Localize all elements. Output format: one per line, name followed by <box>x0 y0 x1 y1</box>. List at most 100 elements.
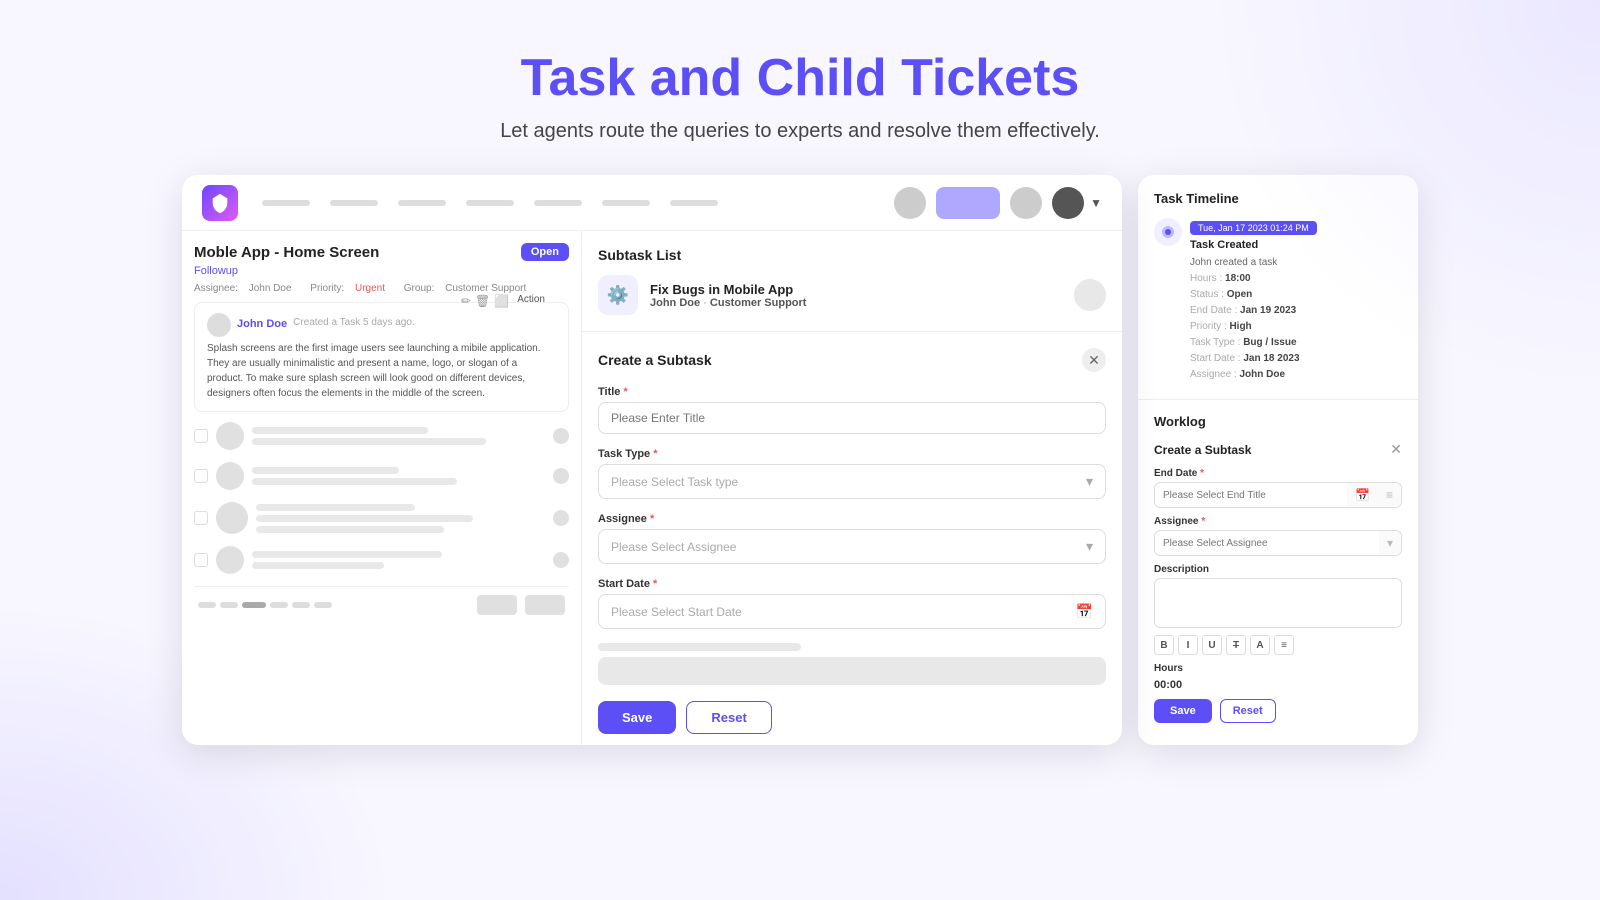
page-dot-1[interactable] <box>198 602 216 608</box>
comment-block: John Doe Created a Task 5 days ago. Spla… <box>194 302 569 412</box>
timeline-hours: Hours : 18:00 <box>1190 271 1317 287</box>
page-dot-3[interactable] <box>242 602 266 608</box>
action-button[interactable]: Action <box>517 294 545 305</box>
comment-author: John Doe <box>237 318 287 330</box>
ticket-tag: Followup <box>194 265 569 277</box>
timeline-entry: Tue, Jan 17 2023 01:24 PM Task Created J… <box>1154 218 1402 383</box>
nav-link-1[interactable] <box>262 200 310 206</box>
start-date-label: Start Date * <box>598 578 1106 590</box>
timeline-assignee: Assignee : John Doe <box>1190 367 1317 383</box>
main-container: ▼ Moble App - Home Screen Open Followup … <box>0 175 1600 745</box>
group-label: Group: Customer Support <box>404 283 535 294</box>
close-button[interactable]: ✕ <box>1082 348 1106 372</box>
assignee-select[interactable]: Please Select Assignee ▾ <box>598 529 1106 564</box>
ticket-header: Moble App - Home Screen Open <box>194 243 569 261</box>
timeline-content: Tue, Jan 17 2023 01:24 PM Task Created J… <box>1190 218 1317 383</box>
subtask-actions <box>1074 279 1106 311</box>
worklog-toolbar: B I U T A ≡ <box>1154 635 1402 655</box>
save-button[interactable]: Save <box>598 701 676 734</box>
comment-meta: Created a Task 5 days ago. <box>293 317 415 328</box>
bold-button[interactable]: B <box>1154 635 1174 655</box>
list-button[interactable]: ≡ <box>1274 635 1294 655</box>
page-dot-4[interactable] <box>270 602 288 608</box>
skeleton-check-3 <box>194 511 208 525</box>
nav-link-5[interactable] <box>534 200 582 206</box>
task-type-select[interactable]: Please Select Task type ▾ <box>598 464 1106 499</box>
subtask-action-btn[interactable] <box>1074 279 1106 311</box>
worklog-title: Worklog <box>1154 414 1402 429</box>
app-window: ▼ Moble App - Home Screen Open Followup … <box>182 175 1122 745</box>
skeleton-lines-3 <box>256 504 545 533</box>
skeleton-avatar-3 <box>216 502 248 534</box>
worklog-end-date-input[interactable] <box>1155 485 1347 506</box>
nav-link-7[interactable] <box>670 200 718 206</box>
prev-button[interactable] <box>477 595 517 615</box>
subtask-info: Fix Bugs in Mobile App John Doe · Custom… <box>650 282 806 309</box>
delete-icon[interactable]: 🗑 <box>475 294 490 308</box>
nav-link-3[interactable] <box>398 200 446 206</box>
align-button[interactable]: A <box>1250 635 1270 655</box>
reset-button[interactable]: Reset <box>686 701 771 734</box>
worklog-description-input[interactable] <box>1154 578 1402 628</box>
page-dot-6[interactable] <box>314 602 332 608</box>
nav-avatar-active[interactable] <box>936 187 1000 219</box>
nav-link-4[interactable] <box>466 200 514 206</box>
start-date-placeholder: Please Select Start Date <box>611 605 742 619</box>
nav-link-2[interactable] <box>330 200 378 206</box>
nav-actions: ▼ <box>894 187 1102 219</box>
title-input[interactable] <box>598 402 1106 434</box>
worklog-end-date-row: 📅 ≡ <box>1154 482 1402 508</box>
worklog-assignee-label: Assignee * <box>1154 516 1402 527</box>
italic-button[interactable]: I <box>1178 635 1198 655</box>
skeleton-line-d <box>252 478 457 485</box>
subtask-name: Fix Bugs in Mobile App <box>650 282 806 297</box>
skeleton-row-1 <box>194 422 569 450</box>
skeleton-lines-4 <box>252 551 545 569</box>
nav-avatar-dark[interactable] <box>1052 187 1084 219</box>
pagination-buttons <box>477 595 565 615</box>
skeleton-input-1 <box>598 657 1106 685</box>
worklog-end-date-label: End Date * <box>1154 468 1402 479</box>
nav-avatar-1[interactable] <box>894 187 926 219</box>
copy-icon[interactable]: ⬜ <box>494 294 509 308</box>
worklog-reset-button[interactable]: Reset <box>1220 699 1276 723</box>
nav-links <box>262 200 870 206</box>
worklog-hours-value: 00:00 <box>1154 679 1402 691</box>
start-date-field: Start Date * Please Select Start Date 📅 <box>598 578 1106 629</box>
subtask-icon: ⚙️ <box>598 275 638 315</box>
subtask-list-title: Subtask List <box>598 247 1106 263</box>
edit-icon[interactable]: ✏ <box>461 294 471 308</box>
skeleton-line-f <box>256 515 473 522</box>
skeleton-check-1 <box>194 429 208 443</box>
worklog-form-title: Create a Subtask ✕ <box>1154 441 1402 458</box>
assignee-placeholder: Please Select Assignee <box>611 540 736 554</box>
nav-chevron-icon[interactable]: ▼ <box>1090 196 1102 210</box>
skeleton-check-2 <box>194 469 208 483</box>
page-dot-5[interactable] <box>292 602 310 608</box>
title-label: Title * <box>598 386 1106 398</box>
worklog-assignee-input[interactable] <box>1155 533 1379 554</box>
worklog-close-button[interactable]: ✕ <box>1390 441 1402 458</box>
subtask-section: Subtask List ⚙️ Fix Bugs in Mobile App J… <box>582 231 1122 332</box>
underline-button[interactable]: U <box>1202 635 1222 655</box>
skeleton-dots-1 <box>553 428 569 444</box>
start-date-input[interactable]: Please Select Start Date 📅 <box>598 594 1106 629</box>
nav-avatar-2[interactable] <box>1010 187 1042 219</box>
skeleton-check-4 <box>194 553 208 567</box>
page-dot-2[interactable] <box>220 602 238 608</box>
next-button[interactable] <box>525 595 565 615</box>
timeline-status: Status : Open <box>1190 287 1317 303</box>
pagination-dots <box>198 602 332 608</box>
comment-avatar <box>207 313 231 337</box>
timeline-date-badge: Tue, Jan 17 2023 01:24 PM <box>1190 221 1317 235</box>
strikethrough-button[interactable]: T <box>1226 635 1246 655</box>
worklog-hours-label: Hours <box>1154 663 1402 674</box>
worklog-save-button[interactable]: Save <box>1154 699 1212 723</box>
timeline-section: Task Timeline Tue, Jan 17 2023 01:24 PM … <box>1138 175 1418 400</box>
worklog-description-field: Description B I U T A ≡ <box>1154 564 1402 655</box>
ticket-meta: Assignee: John Doe Priority: Urgent Grou… <box>194 283 569 294</box>
skeleton-line-e <box>256 504 415 511</box>
task-type-field: Task Type * Please Select Task type ▾ <box>598 448 1106 499</box>
worklog-form: Create a Subtask ✕ End Date * 📅 ≡ <box>1154 441 1402 723</box>
nav-link-6[interactable] <box>602 200 650 206</box>
